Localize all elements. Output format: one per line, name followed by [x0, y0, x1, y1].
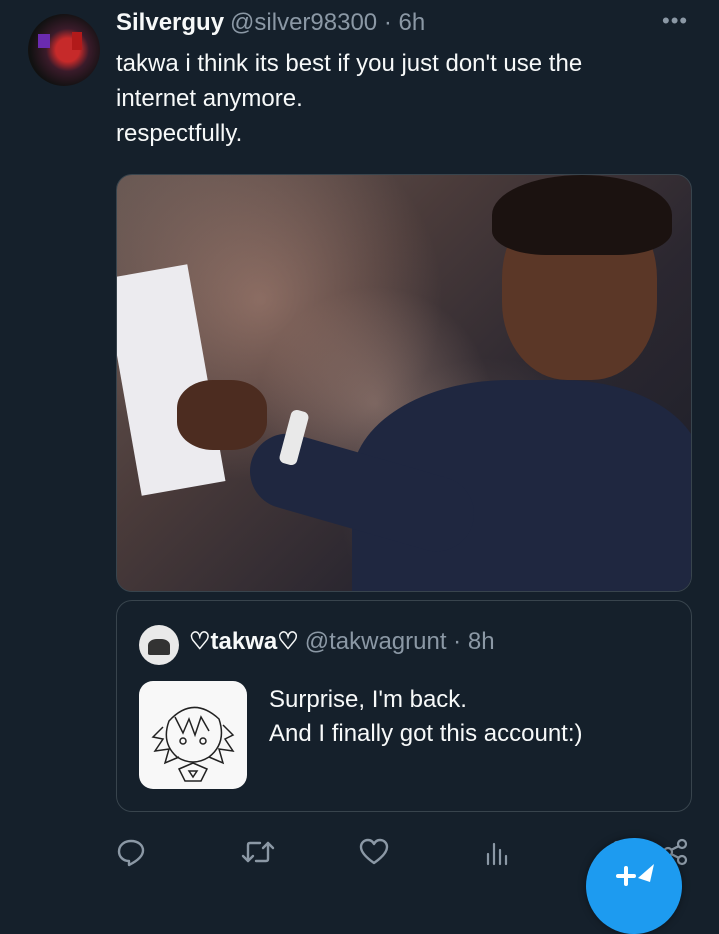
separator-dot: ·	[453, 628, 462, 655]
quoted-media-thumbnail	[139, 681, 247, 789]
author-avatar[interactable]	[28, 14, 100, 86]
quoted-tweet-text: Surprise, I'm back. And I finally got th…	[269, 683, 583, 751]
avatar-shape	[38, 34, 50, 48]
photo-figure-hair	[492, 175, 672, 255]
quoted-handle: @takwagrunt	[304, 628, 447, 655]
analytics-icon[interactable]	[480, 836, 516, 872]
quoted-text-line: Surprise, I'm back.	[269, 686, 467, 713]
quoted-text-line: And I finally got this account:)	[269, 720, 583, 747]
separator-dot: ·	[383, 9, 392, 36]
tweet-text-line: internet anymore.	[116, 85, 303, 112]
author-display-name[interactable]: Silverguy	[116, 9, 224, 36]
tweet-text-line: takwa i think its best if you just don't…	[116, 50, 583, 77]
sketch-drawing	[151, 706, 235, 782]
quoted-tweet-header: ♡takwa♡ @takwagrunt · 8h	[189, 627, 495, 657]
more-options-icon[interactable]: •••	[662, 8, 688, 34]
tweet-photo[interactable]	[116, 174, 692, 592]
compose-tweet-button[interactable]	[586, 838, 682, 934]
avatar-shape	[72, 32, 82, 50]
heart-icon[interactable]	[358, 836, 394, 872]
tweet-time[interactable]: 6h	[399, 9, 426, 36]
retweet-icon[interactable]	[240, 836, 276, 872]
tweet-header: Silverguy @silver98300 · 6h	[116, 8, 425, 38]
tweet-text: takwa i think its best if you just don't…	[116, 46, 696, 151]
quoted-author-avatar	[139, 625, 179, 665]
author-handle[interactable]: @silver98300	[230, 9, 377, 36]
avatar-shape	[148, 639, 170, 655]
tweet-text-line: respectfully.	[116, 120, 243, 147]
quoted-time: 8h	[467, 628, 495, 655]
reply-icon[interactable]	[115, 836, 151, 872]
photo-figure-hand	[177, 380, 267, 450]
quoted-display-name: ♡takwa♡	[189, 628, 299, 655]
compose-plus-icon	[616, 864, 654, 886]
quoted-tweet[interactable]: ♡takwa♡ @takwagrunt · 8h Surprise, I'm ba…	[116, 600, 692, 812]
